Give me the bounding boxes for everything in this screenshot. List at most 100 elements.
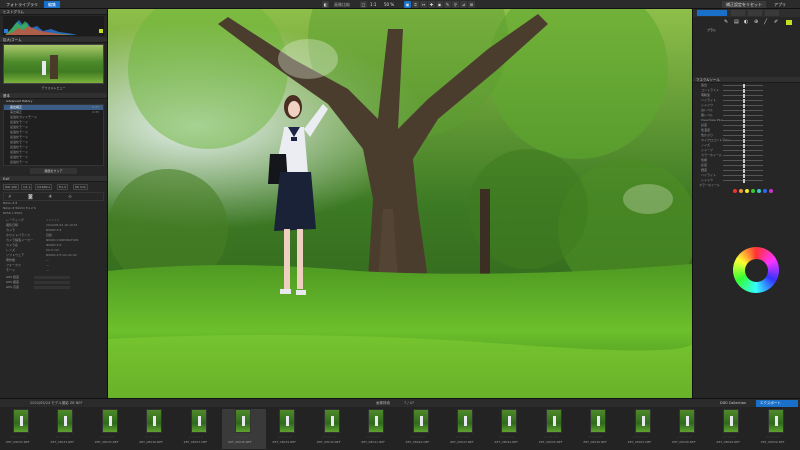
rating-stars[interactable]: ☆☆☆☆☆ <box>633 435 648 439</box>
brush-icon[interactable]: ✎ <box>724 19 728 25</box>
wb-picker-icon[interactable]: ⚲ <box>452 1 459 8</box>
filmstrip-thumbnail[interactable]: ☆☆☆☆☆ Z8T_08034.NEF <box>44 409 88 449</box>
local-adjust-tab[interactable] <box>697 10 727 16</box>
gps-lat-field[interactable] <box>34 276 70 279</box>
slider-knob[interactable] <box>743 133 745 138</box>
search-label[interactable]: 画像検索 <box>376 400 390 407</box>
slider-knob[interactable] <box>743 103 745 108</box>
chip-orange[interactable] <box>739 189 743 193</box>
clip-shadow-icon[interactable] <box>4 29 8 33</box>
chip-red[interactable] <box>733 189 737 193</box>
rating-stars[interactable]: ☆☆☆☆☆ <box>721 435 736 439</box>
slider-knob[interactable] <box>743 88 745 93</box>
filmstrip-thumbnail[interactable]: ☆☆☆☆☆ Z8T_08046.NEF <box>577 409 621 449</box>
rating-stars[interactable]: ☆☆☆☆☆ <box>499 435 514 439</box>
slider-knob[interactable] <box>743 98 745 103</box>
zoom-percent[interactable]: 50 % <box>380 1 398 8</box>
panel-tab-4[interactable] <box>765 10 779 16</box>
compare-icon[interactable]: ◧ <box>322 1 329 8</box>
exif-header[interactable]: Exif <box>0 176 107 182</box>
gradient-icon[interactable]: ▤ <box>734 19 739 25</box>
navigator-thumbnail[interactable]: デフォルトビュー <box>3 44 104 90</box>
redeye-icon[interactable]: ◉ <box>436 1 443 8</box>
slider-knob[interactable] <box>743 118 745 123</box>
chip-magenta[interactable] <box>769 189 773 193</box>
tab-photo-library[interactable]: フォトライブラリ <box>2 1 42 8</box>
collection-tab[interactable]: DXO Collection <box>720 400 746 407</box>
panel-tab-3[interactable] <box>748 10 762 16</box>
navigator-header[interactable]: 拡大/ズーム <box>0 37 107 43</box>
chip-cyan[interactable] <box>757 189 761 193</box>
grid-icon[interactable]: ⊞ <box>468 1 475 8</box>
crop-icon[interactable]: ⌗ <box>412 1 419 8</box>
chip-green[interactable] <box>751 189 755 193</box>
auto-mask-icon[interactable]: ◐ <box>744 19 748 25</box>
local-adjust-icon[interactable]: ✎ <box>444 1 451 8</box>
clip-highlight-icon[interactable] <box>99 29 103 33</box>
apply-button[interactable]: アプリ <box>770 1 790 8</box>
slider-knob[interactable] <box>743 148 745 153</box>
slider-knob[interactable] <box>743 168 745 173</box>
straighten-icon[interactable]: ↔ <box>420 1 427 8</box>
filmstrip-thumbnail[interactable]: ☆☆☆☆☆ Z8T_08039.NEF <box>266 409 310 449</box>
control-point-icon[interactable]: ⊕ <box>754 19 758 25</box>
rating-stars[interactable]: ☆☆☆☆☆ <box>277 435 292 439</box>
filmstrip-thumbnail[interactable]: ☆☆☆☆☆ Z8T_08045.NEF <box>533 409 577 449</box>
slider-knob[interactable] <box>743 153 745 158</box>
filmstrip-thumbnail[interactable]: ☆☆☆☆☆ Z8T_08033.NEF <box>0 409 44 449</box>
rating-stars[interactable]: ☆☆☆☆☆ <box>233 435 248 439</box>
slider-knob[interactable] <box>743 108 745 113</box>
slider-knob[interactable] <box>743 143 745 148</box>
filmstrip-thumbnail[interactable]: ☆☆☆☆☆ Z8T_08049.NEF <box>710 409 754 449</box>
filmstrip-thumbnail[interactable]: ☆☆☆☆☆ Z8T_08041.NEF <box>355 409 399 449</box>
panel-tab-2[interactable] <box>731 10 745 16</box>
chip-yellow[interactable] <box>745 189 749 193</box>
filmstrip-thumbnail[interactable]: ☆☆☆☆☆ Z8T_08043.NEF <box>444 409 488 449</box>
slider-knob[interactable] <box>743 123 745 128</box>
history-row[interactable]: 最適化モード <box>4 160 103 165</box>
gps-alt-field[interactable] <box>34 286 70 289</box>
rating-stars[interactable]: ☆☆☆☆☆ <box>455 435 470 439</box>
advanced-history-title[interactable]: Advanced History <box>0 99 107 104</box>
color-wheel[interactable] <box>733 247 779 293</box>
slider-knob[interactable] <box>743 158 745 163</box>
clear-history-button[interactable]: 履歴をクリア <box>30 168 77 174</box>
slider-knob[interactable] <box>743 178 745 183</box>
repair-icon[interactable]: ✚ <box>428 1 435 8</box>
horizon-icon[interactable]: ⊿ <box>460 1 467 8</box>
filmstrip-thumbnail[interactable]: ☆☆☆☆☆ Z8T_08038.NEF <box>222 409 266 449</box>
image-viewer[interactable] <box>108 0 698 398</box>
slider-knob[interactable] <box>743 93 745 98</box>
slider-knob[interactable] <box>743 83 745 88</box>
histogram-header[interactable]: ヒストグラム <box>0 9 107 15</box>
slider-knob[interactable] <box>743 138 745 143</box>
filmstrip-thumbnail[interactable]: ☆☆☆☆☆ Z8T_08036.NEF <box>133 409 177 449</box>
rating-stars[interactable]: ☆☆☆☆☆ <box>677 435 692 439</box>
reset-button[interactable]: 補正設定をリセット <box>722 1 766 8</box>
rating-stars[interactable]: ☆☆☆☆☆ <box>189 435 204 439</box>
slider-knob[interactable] <box>743 163 745 168</box>
rating-stars[interactable]: ☆☆☆☆☆ <box>11 435 26 439</box>
compare-label[interactable]: 画像比較 <box>330 1 354 8</box>
line-icon[interactable]: ╱ <box>764 19 767 25</box>
filmstrip-thumbnail[interactable]: ☆☆☆☆☆ Z8T_08035.NEF <box>89 409 133 449</box>
filmstrip-thumbnail[interactable]: ☆☆☆☆☆ Z8T_08050.NEF <box>755 409 799 449</box>
rating-stars[interactable]: ☆☆☆☆☆ <box>55 435 70 439</box>
rating-stars[interactable]: ☆☆☆☆☆ <box>411 435 426 439</box>
rating-stars[interactable]: ☆☆☆☆☆ <box>544 435 559 439</box>
rating-stars[interactable]: ☆☆☆☆☆ <box>100 435 115 439</box>
folder-path[interactable]: 2024/05/24 モデル撮影 Z8 NEF <box>30 400 82 407</box>
rating-stars[interactable]: ☆☆☆☆☆ <box>144 435 159 439</box>
tab-customize[interactable]: 編集 <box>44 1 60 8</box>
color-swatch-icon[interactable] <box>786 20 792 25</box>
rating-stars[interactable]: ☆☆☆☆☆ <box>588 435 603 439</box>
filmstrip-thumbnail[interactable]: ☆☆☆☆☆ Z8T_08040.NEF <box>311 409 355 449</box>
filmstrip-thumbnail[interactable]: ☆☆☆☆☆ Z8T_08044.NEF <box>488 409 532 449</box>
export-button[interactable]: エクスポート <box>756 400 798 407</box>
slider-knob[interactable] <box>743 173 745 178</box>
slider-knob[interactable] <box>743 113 745 118</box>
eraser-icon[interactable]: ✐ <box>774 19 778 25</box>
chip-blue[interactable] <box>763 189 767 193</box>
slider-knob[interactable] <box>743 128 745 133</box>
zoom-ratio[interactable]: 1:1 <box>366 1 380 8</box>
